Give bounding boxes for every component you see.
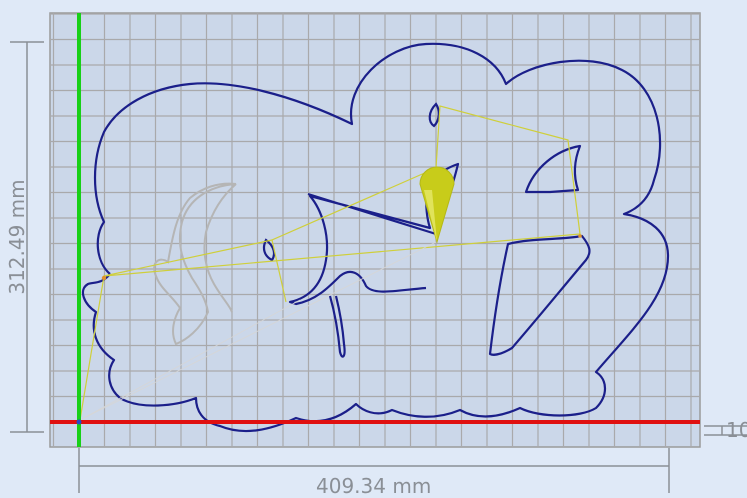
canvas-viewport[interactable]: [0, 0, 747, 493]
depth-dimension-label: 10: [726, 418, 747, 442]
width-dimension-label: 409.34 mm: [316, 474, 432, 498]
build-plate: [49, 12, 701, 448]
height-dimension-label: 312.49 mm: [5, 179, 29, 295]
origin-marker: [76, 419, 82, 425]
